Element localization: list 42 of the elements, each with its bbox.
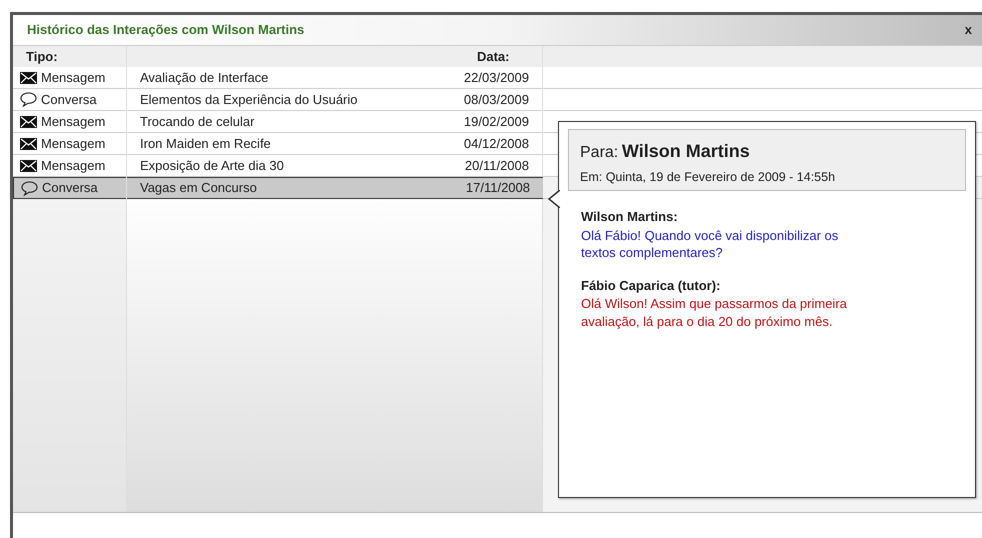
recipient-name: Wilson Martins [622,141,750,161]
subject-text: Exposição de Arte dia 30 [140,156,284,175]
window-title: Histórico das Interações com Wilson Martins [27,21,304,40]
envelope-icon [20,116,37,128]
type-cell[interactable]: Mensagem [13,133,126,155]
type-label: Mensagem [41,156,106,175]
speech-bubble-icon [21,180,38,196]
type-cell[interactable]: Conversa [13,89,126,111]
subject-text: Vagas em Concurso [140,179,257,198]
date-text: 17/11/2008 [466,179,530,198]
message-text: Olá Wilson! Assim que passarmos da primeira avaliação, lá para o dia 20 do próximo mês. [581,295,848,330]
subject-text: Avaliação de Interface [140,68,268,87]
subject-text: Trocando de celular [140,112,254,131]
type-label: Mensagem [41,68,106,87]
envelope-icon [20,72,37,84]
speaker-name: Fábio Caparica (tutor): [581,276,722,295]
speaker-name: Wilson Martins: [581,208,679,226]
type-cell[interactable]: Mensagem [13,67,126,89]
column-header: Tipo: [25,48,58,66]
type-cell[interactable]: Mensagem [13,111,126,133]
recipient-label: Para: [580,144,618,161]
date-text: 04/12/2008 [464,134,529,153]
envelope-icon [20,160,37,172]
speech-bubble-icon [20,92,37,107]
type-cell[interactable]: Conversa [13,177,126,199]
date-text: 20/11/2008 [464,156,529,175]
envelope-icon [20,138,37,150]
date-text: 08/03/2009 [464,90,529,109]
message-text: Olá Fábio! Quando você vai disponibilizar os textos complementares? [581,226,840,262]
subject-text: Elementos da Experiência do Usuário [140,90,358,109]
timestamp: Em: Quinta, 19 de Fevereiro de 2009 - 14:55h [580,169,836,186]
table-row[interactable]: Vagas em Concurso 17/11/2008 [127,177,543,199]
column-header: Data: [476,48,510,66]
date-text: 19/02/2009 [464,112,529,131]
type-label: Mensagem [41,134,106,153]
type-label: Conversa [41,90,97,109]
date-text: 22/03/2009 [464,68,529,87]
type-label: Conversa [42,179,98,198]
subject-text: Iron Maiden em Recife [140,134,271,153]
close-button[interactable]: x [962,20,974,40]
type-cell[interactable]: Mensagem [13,155,126,177]
type-label: Mensagem [41,112,106,131]
